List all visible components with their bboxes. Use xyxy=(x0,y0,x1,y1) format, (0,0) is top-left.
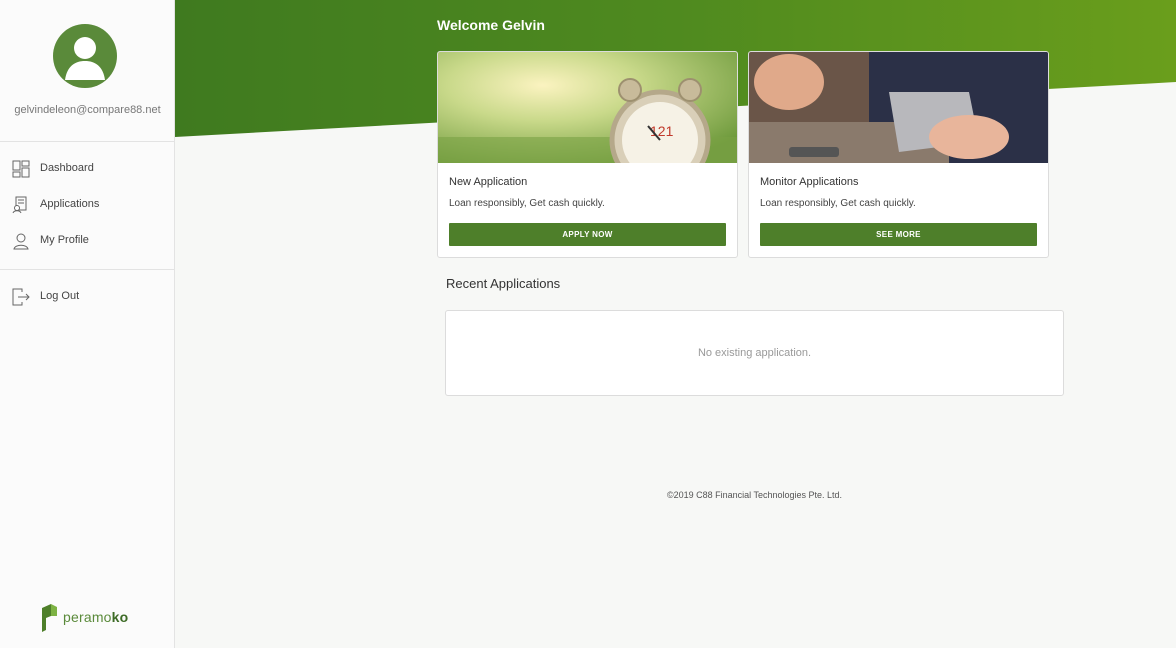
card-title: New Application xyxy=(449,176,528,188)
sidebar-item-label: Log Out xyxy=(40,290,80,302)
sidebar-item-applications[interactable]: Applications xyxy=(0,190,175,220)
divider xyxy=(0,141,175,142)
applications-icon xyxy=(12,196,27,214)
user-email: gelvindeleon@compare88.net xyxy=(14,104,161,116)
logo-mark-icon xyxy=(42,604,57,632)
new-application-card: 121 New Application Loan responsibly, Ge… xyxy=(437,51,738,258)
sidebar-item-logout[interactable]: Log Out xyxy=(0,282,175,312)
logout-icon xyxy=(12,288,30,306)
apply-now-button[interactable]: APPLY NOW xyxy=(449,223,726,246)
welcome-heading: Welcome Gelvin xyxy=(437,17,545,33)
phone-hands-image xyxy=(749,52,1048,163)
sidebar-item-label: Applications xyxy=(40,198,100,210)
card-description: Loan responsibly, Get cash quickly. xyxy=(449,198,605,209)
sidebar-item-label: My Profile xyxy=(40,234,89,246)
divider xyxy=(0,269,175,270)
logo-text: peramoko xyxy=(63,609,129,625)
card-title: Monitor Applications xyxy=(760,176,859,188)
user-icon xyxy=(65,37,105,80)
sidebar-item-label: Dashboard xyxy=(40,162,94,174)
footer-copyright: ©2019 C88 Financial Technologies Pte. Lt… xyxy=(666,490,843,500)
sidebar-item-dashboard[interactable]: Dashboard xyxy=(0,154,175,184)
dashboard-icon xyxy=(12,160,30,178)
monitor-applications-card: Monitor Applications Loan responsibly, G… xyxy=(748,51,1049,258)
recent-applications-heading: Recent Applications xyxy=(446,276,561,291)
sidebar-item-my-profile[interactable]: My Profile xyxy=(0,226,175,256)
see-more-button[interactable]: SEE MORE xyxy=(760,223,1037,246)
sidebar: gelvindeleon@compare88.net Dashboard App… xyxy=(0,0,175,648)
alarm-clock-image: 121 xyxy=(438,52,737,163)
avatar[interactable] xyxy=(53,24,117,88)
peramoko-logo: peramoko xyxy=(41,604,141,632)
profile-icon xyxy=(13,233,29,250)
recent-applications-list: No existing application. xyxy=(445,310,1064,396)
card-description: Loan responsibly, Get cash quickly. xyxy=(760,198,916,209)
empty-state-text: No existing application. xyxy=(697,347,812,359)
